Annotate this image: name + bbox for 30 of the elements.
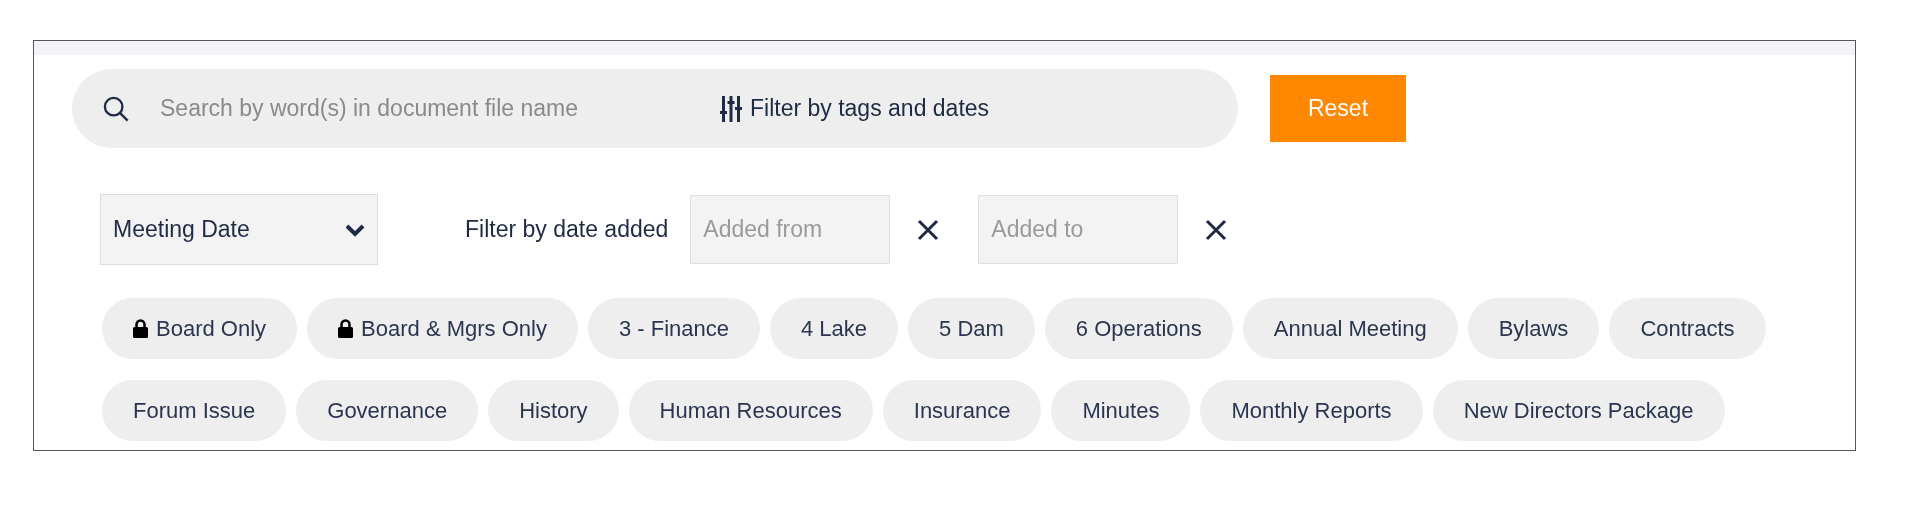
chevron-icon (345, 222, 365, 237)
filter-toggle[interactable]: Filter by tags and dates (720, 91, 990, 126)
search-field[interactable]: Search by word(s) in document file name (160, 91, 680, 126)
tag-chip[interactable]: Forum Issue (102, 380, 287, 441)
tag-chip[interactable]: History (488, 380, 619, 441)
search-icon (102, 94, 130, 123)
sliders-icon (720, 95, 742, 122)
tag-chip[interactable]: Insurance (882, 380, 1042, 441)
date-filter-label: Filter by date added (465, 215, 669, 245)
tag-chip[interactable]: Annual Meeting (1242, 298, 1458, 359)
date-field[interactable]: Added from (690, 195, 891, 264)
tag-chip[interactable]: 4 Lake (769, 298, 899, 359)
tag-chip[interactable]: Bylaws (1467, 298, 1600, 359)
tag-chip[interactable]: New Directors Package (1432, 380, 1725, 441)
close-icon (917, 218, 940, 241)
tag-chip[interactable]: Board & Mgrs Only (307, 298, 578, 359)
tag-chip[interactable]: 3 - Finance (587, 298, 760, 359)
lock-icon (133, 319, 148, 338)
tag-chip[interactable]: Monthly Reports (1200, 380, 1423, 441)
tag-chip[interactable]: Minutes (1051, 380, 1191, 441)
date-type-dropdown[interactable]: Meeting Date (100, 194, 378, 265)
tag-chip[interactable]: Governance (296, 380, 479, 441)
tag-chip[interactable]: Human Resources (628, 380, 873, 441)
close-icon (1205, 218, 1228, 241)
tag-chip[interactable]: Contracts (1609, 298, 1766, 359)
lock-icon (338, 319, 354, 338)
tag-chip[interactable]: Board Only (102, 298, 298, 359)
tag-chip[interactable]: 6 Operations (1044, 298, 1233, 359)
tag-chip[interactable]: 5 Dam (908, 298, 1035, 359)
date-field[interactable]: Added to (978, 195, 1179, 264)
